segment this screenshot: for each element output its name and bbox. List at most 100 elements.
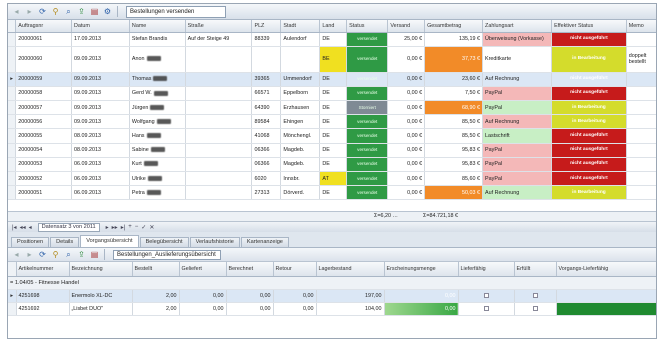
cell-order-number: 20000054 xyxy=(15,143,72,158)
tab-verlaufshistorie[interactable]: Verlaufshistorie xyxy=(189,237,240,247)
prev-record-icon[interactable]: ◂ xyxy=(29,224,32,231)
table-row[interactable]: 20000054 08.09.2013 Sabine 06366 Magdeb. DE ve… xyxy=(8,143,656,158)
record-position: Datensatz 3 von 2011 xyxy=(37,222,100,232)
column-header[interactable]: Lagerbestand xyxy=(316,262,385,277)
filter-icon[interactable]: ⚲ xyxy=(50,6,61,17)
add-record-icon[interactable]: + xyxy=(128,224,132,230)
settings-icon[interactable]: ⚙ xyxy=(102,6,113,17)
column-header[interactable]: Versand xyxy=(387,20,426,33)
tab-vorgangsuebersicht[interactable]: Vorgangsübersicht xyxy=(80,235,139,247)
column-header[interactable]: Berechnet xyxy=(226,262,274,277)
cell-payment: Auf Rechnung xyxy=(482,72,553,87)
cell-memo xyxy=(626,171,656,187)
column-header[interactable]: Name xyxy=(129,20,186,33)
column-header[interactable]: Bestellt xyxy=(132,262,180,277)
tab-positionen[interactable]: Positionen xyxy=(11,237,50,247)
lieferfaehig-checkbox[interactable] xyxy=(458,289,515,303)
column-header[interactable]: Bezeichnung xyxy=(69,262,133,277)
view-select[interactable]: Bestellungen versenden xyxy=(126,5,226,18)
tab-kartenanzeige[interactable]: Kartenanzeige xyxy=(240,237,289,247)
column-header[interactable]: Effektiver Status xyxy=(551,20,627,33)
forward-icon[interactable]: ▸ xyxy=(24,249,35,260)
cell-name: Anon xyxy=(129,46,186,73)
table-row[interactable]: 20000053 06.09.2013 Kurt 06366 Magdeb. DE vers… xyxy=(8,157,656,173)
table-row[interactable]: 20000057 09.09.2013 Jürgen 64390 Erzhausen DE… xyxy=(8,100,656,116)
cancel-record-icon[interactable]: ✕ xyxy=(149,224,154,231)
column-header[interactable]: Geliefert xyxy=(179,262,227,277)
erfuellt-checkbox[interactable] xyxy=(514,302,557,316)
export-icon[interactable]: ⇪ xyxy=(76,249,87,260)
column-header[interactable]: Erfüllt xyxy=(514,262,557,277)
cell-memo xyxy=(626,32,656,47)
search-icon[interactable]: ⌕ xyxy=(63,249,74,260)
forward-icon[interactable]: ▸ xyxy=(24,6,35,17)
next-page-icon[interactable]: ▸▸ xyxy=(112,224,118,231)
lieferfaehig-checkbox[interactable] xyxy=(458,302,515,316)
column-header[interactable]: Lieferfähig xyxy=(458,262,515,277)
column-header[interactable]: Stadt xyxy=(280,20,321,33)
first-record-icon[interactable]: |◂ xyxy=(12,224,17,231)
save-record-icon[interactable]: ✓ xyxy=(141,224,146,231)
cell-name: Hans xyxy=(129,128,186,144)
print-icon[interactable]: ▤ xyxy=(89,6,100,17)
cell-land: DE xyxy=(319,86,348,102)
back-icon[interactable]: ◂ xyxy=(11,6,22,17)
cell-street xyxy=(185,72,253,87)
group-row[interactable]: = 1.04/05 - Fitnesse Handel xyxy=(8,276,656,290)
cell-versand: 0,00 € xyxy=(387,100,426,116)
column-header[interactable]: Gesamtbetrag xyxy=(424,20,484,33)
column-header[interactable]: Retour xyxy=(273,262,317,277)
table-row[interactable]: 20000051 06.09.2013 Petra 27313 Dörverd. DE ve… xyxy=(8,185,656,201)
column-header[interactable]: Status xyxy=(346,20,389,33)
column-header[interactable]: Straße xyxy=(185,20,253,33)
prev-page-icon[interactable]: ◂◂ xyxy=(20,224,26,231)
table-row[interactable]: ▸ 20000059 09.09.2013 Thomas 39365 Ummendorf D… xyxy=(8,72,656,87)
delete-record-icon[interactable]: − xyxy=(135,224,139,230)
cell-memo: doppelt bestellt xyxy=(626,46,656,73)
cell-plz: 88339 xyxy=(251,32,282,47)
filter-icon[interactable]: ⚲ xyxy=(50,249,61,260)
table-row[interactable]: 20000052 06.09.2013 Ulrike 6020 Innsbr. AT ver… xyxy=(8,171,656,187)
cell-total: 95,83 € xyxy=(424,143,484,158)
back-icon[interactable]: ◂ xyxy=(11,249,22,260)
table-row[interactable]: 20000056 09.09.2013 Wolfgang 89584 Ehingen DE… xyxy=(8,114,656,130)
column-header[interactable]: PLZ xyxy=(251,20,282,33)
refresh-icon[interactable]: ⟳ xyxy=(37,249,48,260)
cell-city: Eppelborn xyxy=(280,86,321,102)
table-row[interactable]: ▸ 4251698 Enermolo XL-DC 2,00 0,00 0,00 … xyxy=(8,289,656,303)
cell-name-text: Kurt xyxy=(131,161,142,168)
effective-status-badge: nicht ausgeführt xyxy=(551,128,627,144)
status-badge: versendet xyxy=(346,32,389,47)
last-record-icon[interactable]: ▸| xyxy=(121,224,126,231)
effective-status-badge: nicht ausgeführt xyxy=(551,72,627,87)
cell-city: Dörverd. xyxy=(280,185,321,201)
export-icon[interactable]: ⇪ xyxy=(76,6,87,17)
column-header[interactable]: Datum xyxy=(71,20,130,33)
table-row[interactable]: 20000055 08.09.2013 Hans 41068 Mönchengl. DE v… xyxy=(8,128,656,144)
erfuellt-checkbox[interactable] xyxy=(514,289,557,303)
search-icon[interactable]: ⌕ xyxy=(63,6,74,17)
next-record-icon[interactable]: ▸ xyxy=(106,224,109,231)
column-header[interactable]: Memo xyxy=(626,20,656,33)
cell-versand: 0,00 € xyxy=(387,46,426,73)
table-row[interactable]: 20000061 17.09.2013 Stefan Brandis Auf der … xyxy=(8,32,656,47)
cell-name: Kurt xyxy=(129,157,186,173)
table-row[interactable]: 4251692 „Lisbet DUO" 2,00 0,00 0,00 0,00… xyxy=(8,302,656,316)
column-header[interactable]: Artikelnummer xyxy=(16,262,70,277)
tab-beleguebersicht[interactable]: Belegübersicht xyxy=(139,237,189,247)
cell-payment: Auf Rechnung xyxy=(482,114,553,130)
tab-details[interactable]: Details xyxy=(50,237,80,247)
column-header[interactable]: Erscheinungsmenge xyxy=(384,262,459,277)
print-icon[interactable]: ▤ xyxy=(89,249,100,260)
column-header[interactable]: Land xyxy=(319,20,348,33)
table-row[interactable]: 20000058 09.09.2013 Gerd W. 66571 Eppelborn D… xyxy=(8,86,656,102)
column-header[interactable]: Vorgangs-Lieferfähig xyxy=(556,262,656,277)
table-row[interactable]: 20000060 09.09.2013 Anon BE versendet 0,00 €3… xyxy=(8,46,656,73)
column-header[interactable]: Zahlungsart xyxy=(482,20,553,33)
column-header[interactable]: Auftragsnr xyxy=(15,20,72,33)
detail-view-select[interactable]: Bestellungen_Auslieferungsübersicht xyxy=(113,249,221,260)
cell-versand: 0,00 € xyxy=(387,185,426,201)
detail-toolbar: ◂ ▸ ⟳ ⚲ ⌕ ⇪ ▤ Bestellungen_Auslieferungs… xyxy=(8,248,656,262)
refresh-icon[interactable]: ⟳ xyxy=(37,6,48,17)
cell-art: 4251698 xyxy=(16,289,70,303)
